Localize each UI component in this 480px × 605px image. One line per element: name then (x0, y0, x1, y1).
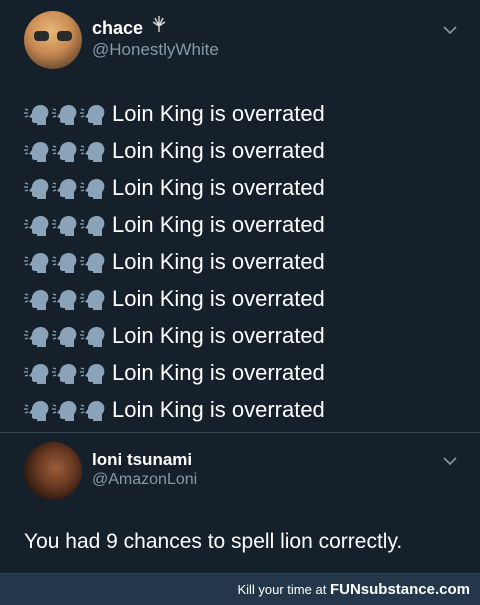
avatar-glasses (34, 31, 72, 41)
speaking-head-icon (24, 102, 110, 126)
speaking-head-icon (24, 324, 110, 348)
original-tweet[interactable]: chace @HonestlyWhite Loin King is overra… (0, 0, 480, 432)
tweet-line: Loin King is overrated (24, 206, 464, 243)
tweet-line: Loin King is overrated (24, 280, 464, 317)
watermark-bar: Kill your time at FUNsubstance.com (0, 573, 480, 605)
tweet-line: Loin King is overrated (24, 317, 464, 354)
speaking-head-icon (24, 213, 110, 237)
speaking-head-icon (24, 287, 110, 311)
speaking-head-icon (24, 176, 110, 200)
tweet-line-text: Loin King is overrated (112, 100, 325, 126)
tweet-line-text: Loin King is overrated (112, 137, 325, 163)
tweet-line: Loin King is overrated (24, 169, 464, 206)
author-handle[interactable]: @AmazonLoni (92, 471, 197, 489)
watermark-prefix: Kill your time at (237, 582, 327, 597)
tweet-line-text: Loin King is overrated (112, 285, 325, 311)
speaking-head-icon (24, 250, 110, 274)
tweet-line-text: Loin King is overrated (112, 174, 325, 200)
tweet-line: Loin King is overrated (24, 132, 464, 169)
tweet-line-text: Loin King is overrated (112, 359, 325, 385)
speaking-head-icon (24, 361, 110, 385)
tweet-line-text: Loin King is overrated (112, 248, 325, 274)
watermark-text: Kill your time at FUNsubstance.com (237, 581, 470, 598)
avatar[interactable] (24, 442, 82, 500)
author-name[interactable]: loni tsunami (92, 450, 192, 470)
watermark-brand: FUNsubstance.com (329, 581, 470, 598)
tweet-line-text: Loin King is overrated (112, 396, 325, 422)
bat-icon (152, 16, 166, 32)
avatar[interactable] (24, 11, 82, 69)
tweet-line: Loin King is overrated (24, 243, 464, 280)
reply-text: You had 9 chances to spell lion correctl… (24, 530, 403, 553)
author-handle[interactable]: @HonestlyWhite (92, 40, 219, 60)
chevron-down-icon[interactable] (443, 25, 457, 35)
tweet-line: Loin King is overrated (24, 354, 464, 391)
tweet-line: Loin King is overrated (24, 391, 464, 428)
tweet-line-text: Loin King is overrated (112, 211, 325, 237)
tweet-line: Loin King is overrated (24, 95, 464, 132)
speaking-head-icon (24, 398, 110, 422)
author-name[interactable]: chace (92, 18, 143, 39)
tweet-line-text: Loin King is overrated (112, 322, 325, 348)
tweet-body: Loin King is overrated Loin King is overr… (24, 95, 464, 428)
chevron-down-icon[interactable] (443, 456, 457, 466)
speaking-head-icon (24, 139, 110, 163)
